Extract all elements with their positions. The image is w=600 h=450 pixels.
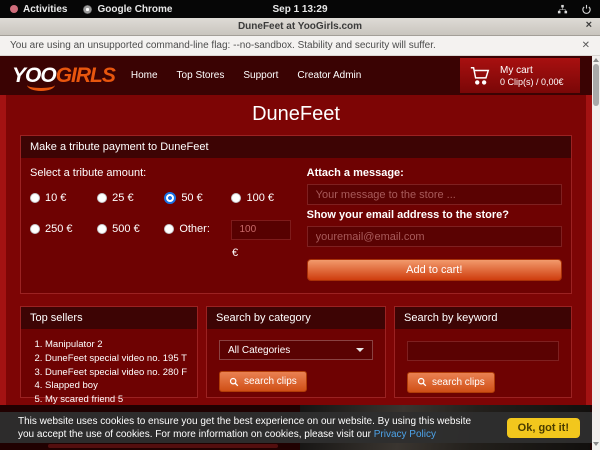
- cart-icon: [469, 65, 491, 87]
- message-label: Attach a message:: [307, 167, 562, 179]
- radio-option-250[interactable]: 250 €: [30, 219, 97, 240]
- radio-label: 50 €: [181, 192, 202, 204]
- network-icon[interactable]: [557, 4, 568, 15]
- radio-icon[interactable]: [30, 224, 40, 234]
- logo-text-girls: GIRLS: [56, 64, 115, 87]
- currency-symbol: €: [232, 247, 299, 259]
- amount-label: Select a tribute amount:: [30, 167, 299, 179]
- radio-icon[interactable]: [164, 224, 174, 234]
- search-button-label: search clips: [244, 376, 297, 387]
- cart-title: My cart: [500, 65, 564, 76]
- radio-label: 100 €: [246, 192, 274, 204]
- scroll-up-icon[interactable]: [593, 58, 599, 62]
- radio-icon[interactable]: [97, 224, 107, 234]
- amount-radio-grid: 10 € 25 € 50 € 100 €: [30, 192, 299, 240]
- tribute-message-column: Attach a message: Show your email addres…: [307, 167, 562, 281]
- search-keyword-panel: Search by keyword search clips: [394, 306, 572, 398]
- logo-smile-icon: [27, 79, 55, 91]
- activities-button[interactable]: Activities: [10, 4, 67, 15]
- radio-icon[interactable]: [30, 193, 40, 203]
- search-icon: [417, 377, 427, 387]
- clock[interactable]: Sep 1 13:29: [272, 4, 327, 15]
- site-logo[interactable]: YOOGIRLS: [12, 65, 115, 86]
- active-app-label: Google Chrome: [97, 4, 172, 15]
- radio-label: 25 €: [112, 192, 133, 204]
- keyword-input[interactable]: [407, 341, 559, 361]
- radio-icon[interactable]: [97, 193, 107, 203]
- cookie-ok-button[interactable]: Ok, got it!: [507, 418, 580, 438]
- tribute-panel: Make a tribute payment to DuneFeet Selec…: [20, 135, 572, 294]
- search-category-panel: Search by category All Categories search…: [206, 306, 386, 398]
- nav-item-home[interactable]: Home: [131, 70, 158, 81]
- active-app-menu[interactable]: Google Chrome: [83, 4, 172, 15]
- top-sellers-list: Manipulator 2 DuneFeet special video no.…: [21, 329, 197, 407]
- radio-label: 250 €: [45, 223, 73, 235]
- category-select[interactable]: All Categories: [219, 340, 373, 360]
- email-label: Show your email address to the store?: [307, 209, 562, 221]
- page-title: DuneFeet: [6, 95, 586, 135]
- list-item[interactable]: DuneFeet special video no. 280 F: [45, 366, 191, 380]
- search-keyword-header: Search by keyword: [395, 307, 571, 329]
- web-page: YOOGIRLS Home Top Stores Support Creator…: [0, 56, 592, 450]
- tribute-panel-header: Make a tribute payment to DuneFeet: [21, 136, 571, 158]
- nav-item-support[interactable]: Support: [243, 70, 278, 81]
- radio-option-50[interactable]: 50 €: [164, 192, 231, 204]
- search-clips-by-category-button[interactable]: search clips: [219, 371, 307, 392]
- footer-faint-text: [48, 444, 278, 448]
- window-close-icon[interactable]: ×: [586, 19, 592, 31]
- nav-item-top-stores[interactable]: Top Stores: [177, 70, 225, 81]
- email-input[interactable]: [307, 226, 562, 247]
- radio-icon[interactable]: [164, 192, 176, 204]
- chevron-down-icon: [356, 348, 364, 352]
- radio-option-500[interactable]: 500 €: [97, 219, 164, 240]
- top-sellers-panel: Top sellers Manipulator 2 DuneFeet speci…: [20, 306, 198, 398]
- search-button-label: search clips: [432, 377, 485, 388]
- tribute-amounts: Select a tribute amount: 10 € 25 € 50: [30, 167, 307, 281]
- search-category-header: Search by category: [207, 307, 385, 329]
- chrome-icon: [83, 5, 92, 14]
- warning-text: You are using an unsupported command-lin…: [10, 40, 436, 51]
- radio-option-10[interactable]: 10 €: [30, 192, 97, 204]
- other-amount-input[interactable]: [231, 220, 291, 240]
- power-icon[interactable]: [581, 4, 592, 15]
- category-selected-value: All Categories: [228, 345, 290, 356]
- site-header: YOOGIRLS Home Top Stores Support Creator…: [0, 56, 592, 95]
- top-sellers-header: Top sellers: [21, 307, 197, 329]
- cookie-consent-bar: This website uses cookies to ensure you …: [0, 412, 592, 443]
- scroll-down-icon[interactable]: [593, 442, 599, 446]
- window-title: DuneFeet at YooGirls.com: [238, 21, 362, 32]
- message-input[interactable]: [307, 184, 562, 205]
- radio-label: 500 €: [112, 223, 140, 235]
- cart-summary: 0 Clip(s) / 0,00€: [500, 77, 564, 87]
- activities-indicator-icon: [10, 5, 18, 13]
- desktop-top-bar: Activities Google Chrome Sep 1 13:29: [0, 0, 600, 18]
- scrollbar[interactable]: [592, 56, 600, 450]
- activities-label: Activities: [23, 4, 67, 15]
- list-item[interactable]: Slapped boy: [45, 379, 191, 393]
- content-container: DuneFeet Make a tribute payment to DuneF…: [6, 95, 586, 405]
- search-icon: [229, 377, 239, 387]
- chrome-warning-bar: You are using an unsupported command-lin…: [0, 36, 600, 56]
- radio-option-25[interactable]: 25 €: [97, 192, 164, 204]
- nav-item-creator-admin[interactable]: Creator Admin: [297, 70, 361, 81]
- radio-option-100[interactable]: 100 €: [231, 192, 298, 204]
- radio-icon[interactable]: [231, 193, 241, 203]
- add-to-cart-button[interactable]: Add to cart!: [307, 259, 562, 281]
- warning-close-icon[interactable]: ✕: [582, 40, 590, 51]
- list-item[interactable]: Manipulator 2: [45, 338, 191, 352]
- my-cart-button[interactable]: My cart 0 Clip(s) / 0,00€: [460, 58, 580, 93]
- cookie-text: This website uses cookies to ensure you …: [18, 415, 486, 441]
- window-titlebar[interactable]: DuneFeet at YooGirls.com ×: [0, 18, 600, 36]
- lower-panels-row: Top sellers Manipulator 2 DuneFeet speci…: [20, 306, 572, 398]
- list-item[interactable]: DuneFeet special video no. 195 T: [45, 352, 191, 366]
- search-clips-by-keyword-button[interactable]: search clips: [407, 372, 495, 393]
- scrollbar-thumb[interactable]: [593, 64, 599, 106]
- radio-option-other[interactable]: Other:: [164, 219, 231, 240]
- privacy-policy-link[interactable]: Privacy Policy: [374, 429, 436, 440]
- radio-label: 10 €: [45, 192, 66, 204]
- radio-label: Other:: [179, 223, 210, 235]
- main-nav: Home Top Stores Support Creator Admin: [131, 70, 361, 81]
